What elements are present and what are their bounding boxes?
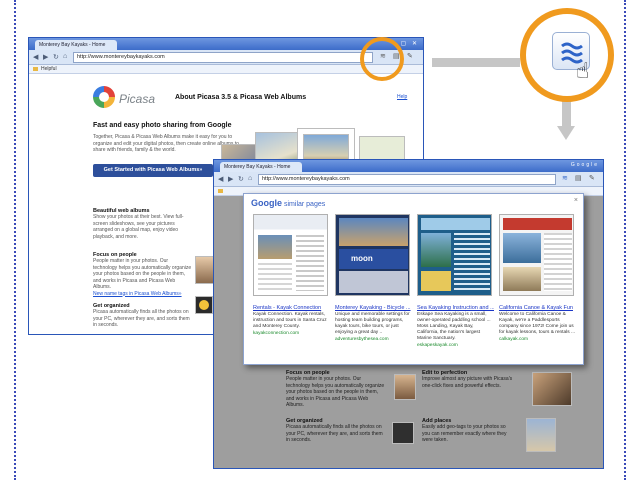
name-tags-link[interactable]: New name tags in Picasa Web Albums» — [93, 291, 193, 298]
front-section-people: Focus on people People matter in your ph… — [286, 370, 386, 409]
arrow-down-icon — [557, 126, 575, 140]
help-link[interactable]: Help — [397, 94, 407, 100]
callout-connector-vertical — [562, 100, 571, 128]
front-section-organized: Get organized Picasa automatically finds… — [286, 418, 386, 444]
result-card[interactable]: Sea Kayaking Instruction and ... Eskape … — [417, 214, 494, 348]
result-thumbnail[interactable] — [499, 214, 574, 296]
picasa-logo-icon — [93, 86, 115, 108]
front-url-bar[interactable]: http://www.montereybaykayaks.com — [258, 174, 556, 185]
front-tab[interactable]: Monterey Bay Kayaks - Home — [220, 162, 302, 172]
result-card[interactable]: Rentals - Kayak Connection Kayak Connect… — [253, 214, 330, 336]
section-text: Picasa automatically finds all the photo… — [93, 309, 190, 328]
section-focus-people: Focus on people People matter in your ph… — [93, 252, 193, 297]
result-url: kayakconnection.com — [253, 331, 300, 336]
reload-icon[interactable]: ↻ — [53, 53, 59, 61]
home-icon[interactable]: ⌂ — [63, 53, 67, 60]
about-heading: About Picasa 3.5 & Picasa Web Albums — [175, 94, 307, 101]
places-thumbnail — [526, 418, 556, 452]
wrench-icon[interactable]: ✎ — [589, 174, 595, 182]
popup-subtitle: similar pages — [284, 201, 326, 208]
home-icon[interactable]: ⌂ — [248, 175, 252, 182]
result-url: calkayak.com — [499, 337, 529, 342]
section-text: Picasa automatically finds all the photo… — [286, 424, 383, 443]
section-text: Easily add geo-tags to your photos so yo… — [422, 424, 507, 443]
front-section-places: Add places Easily add geo-tags to your p… — [422, 418, 514, 444]
result-card[interactable]: California Canoe & Kayak Fun Welcome to … — [499, 214, 576, 342]
section-text: People matter in your photos. Our techno… — [286, 376, 385, 408]
result-thumbnail[interactable] — [253, 214, 328, 296]
front-titlebar: Monterey Bay Kayaks - Home Google — [214, 160, 603, 172]
result-title[interactable]: Sea Kayaking Instruction and ... — [417, 305, 494, 311]
picasa-brand: Picasa — [119, 92, 156, 106]
forward-arrow-icon[interactable]: ▶ — [43, 53, 48, 61]
front-section-edit: Edit to perfection Improve almost any pi… — [422, 370, 514, 389]
result-desc: Unique and memorable settings for hostin… — [335, 312, 410, 335]
result-url: eskapeskayak.com — [417, 343, 458, 348]
result-card[interactable]: moon Monterey Kayaking - Bicycle ... Uni… — [335, 214, 412, 342]
result-thumbnail[interactable] — [417, 214, 492, 296]
back-tab[interactable]: Monterey Bay Kayaks - Home — [35, 40, 117, 50]
back-url-bar[interactable]: http://www.montereybaykayaks.com — [73, 52, 373, 63]
reload-icon[interactable]: ↻ — [238, 175, 244, 183]
page-menu-icon[interactable]: ▤ — [575, 174, 582, 182]
intro-text: Together, Picasa & Picasa Web Albums mak… — [93, 134, 239, 153]
section-text: People matter in your photos. Our techno… — [93, 258, 192, 290]
back-arrow-icon[interactable]: ◀ — [218, 175, 223, 183]
result-thumbnail[interactable]: moon — [335, 214, 410, 296]
section-web-albums: Beautiful web albums Show your photos at… — [93, 208, 193, 240]
callout-connector — [432, 58, 520, 67]
result-desc: Eskape Sea Kayaking is a small, owner-op… — [417, 312, 491, 341]
result-title[interactable]: Monterey Kayaking - Bicycle ... — [335, 305, 412, 311]
section-get-organized: Get organized Picasa automatically finds… — [93, 303, 193, 329]
back-arrow-icon[interactable]: ◀ — [33, 53, 38, 61]
left-dotted-border — [14, 0, 16, 480]
front-toolbar: ◀ ▶ ↻ ⌂ http://www.montereybaykayaks.com… — [214, 172, 603, 187]
popup-title: Google similar pages — [251, 198, 325, 208]
organize-thumbnail — [392, 422, 414, 444]
similar-pages-toolbar-icon[interactable]: ≋ — [562, 174, 568, 182]
result-desc: Welcome to California Canoe & Kayak, we'… — [499, 312, 575, 335]
result-url: adventuresbythesea.com — [335, 337, 389, 342]
result-desc: Kayak Connection. Kayak rentals, instruc… — [253, 312, 327, 329]
close-icon[interactable]: × — [574, 197, 578, 204]
wrench-icon[interactable]: ✎ — [407, 52, 413, 60]
similar-pages-popup: Google similar pages × Rentals - Kayak Co… — [243, 193, 584, 365]
hand-pointer-icon: ☝ — [576, 58, 590, 83]
result-title[interactable]: California Canoe & Kayak Fun — [499, 305, 576, 311]
forward-arrow-icon[interactable]: ▶ — [228, 175, 233, 183]
get-started-button[interactable]: Get Started with Picasa Web Albums» — [93, 164, 213, 177]
section-text: Show your photos at their best. View ful… — [93, 214, 184, 240]
result-title[interactable]: Rentals - Kayak Connection — [253, 305, 330, 311]
section-text: Improve almost any picture with Picasa's… — [422, 376, 513, 389]
people-thumbnail — [394, 374, 416, 400]
google-brand: Google — [251, 198, 282, 208]
organize-thumbnail — [195, 296, 213, 314]
zoom-callout: ☝ — [520, 8, 614, 102]
highlight-ring — [360, 37, 404, 81]
right-dotted-border — [624, 0, 626, 480]
edit-thumbnail — [532, 372, 572, 406]
google-top-right: Google — [570, 162, 599, 168]
tagline: Fast and easy photo sharing from Google — [93, 122, 232, 129]
stage: Monterey Bay Kayaks - Home ‒ ▢ ✕ ◀ ▶ ↻ ⌂… — [0, 0, 640, 480]
